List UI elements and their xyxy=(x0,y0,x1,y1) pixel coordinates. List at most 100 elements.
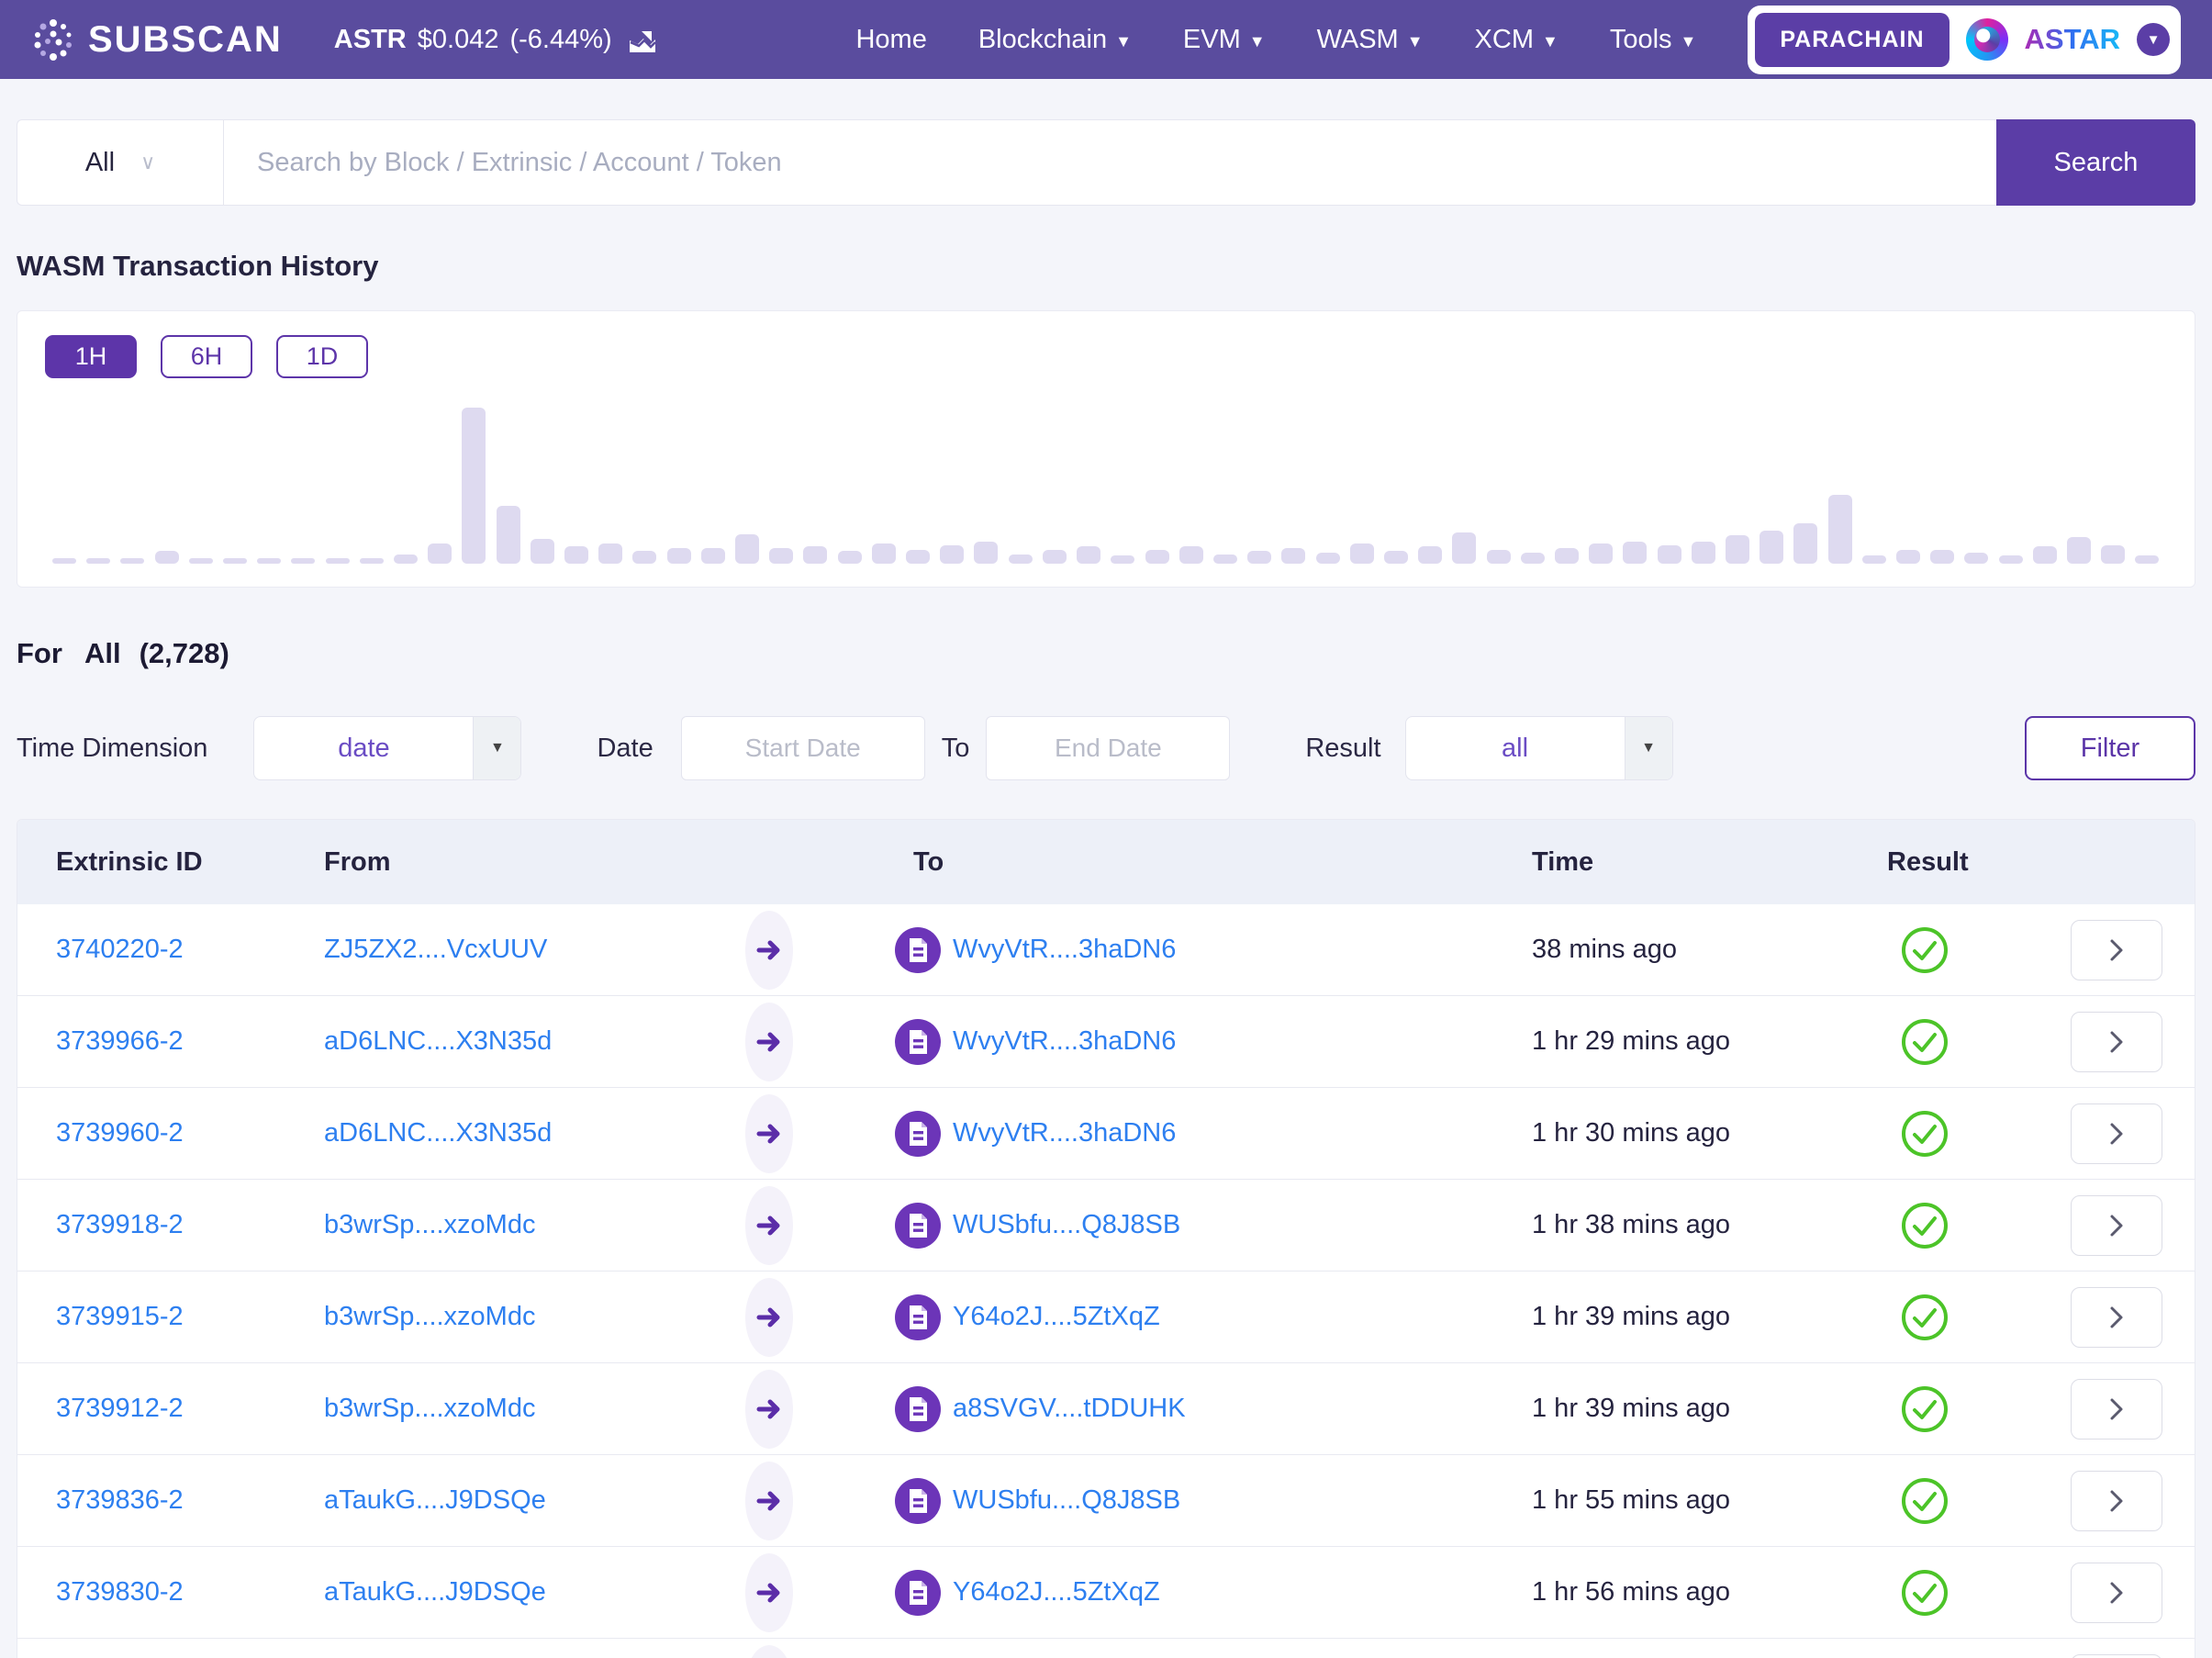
chart-bar xyxy=(1350,543,1374,564)
from-address-link[interactable]: b3wrSp....xzoMdc xyxy=(324,1394,664,1424)
success-check-icon xyxy=(1900,1384,1949,1434)
to-address-link[interactable]: WUSbfu....Q8J8SB xyxy=(953,1210,1180,1240)
chart-bar xyxy=(974,542,998,564)
chart-bar xyxy=(1043,550,1067,564)
from-address-link[interactable]: aD6LNC....X3N35d xyxy=(324,1026,664,1057)
chart-range-group: 1H 6H 1D xyxy=(45,335,2167,378)
row-detail-button[interactable] xyxy=(2071,1379,2162,1440)
search-button[interactable]: Search xyxy=(1996,119,2195,206)
token-change: (-6.44%) xyxy=(509,25,611,55)
nav-item-tools[interactable]: Tools▼ xyxy=(1610,25,1697,55)
chart-bar xyxy=(1623,542,1647,564)
contract-icon xyxy=(895,1111,941,1157)
time-cell: 1 hr 39 mins ago xyxy=(1517,1302,1887,1332)
row-detail-button[interactable] xyxy=(2071,1103,2162,1164)
from-address-link[interactable]: aTaukG....J9DSQe xyxy=(324,1577,664,1608)
col-time: Time xyxy=(1517,847,1887,878)
chart-up-icon[interactable] xyxy=(627,24,658,55)
from-address-link[interactable]: b3wrSp....xzoMdc xyxy=(324,1210,664,1240)
search-box: All ∨ xyxy=(17,119,1996,206)
chart-bar xyxy=(1896,550,1920,564)
from-address-link[interactable]: ZJ5ZX2....VcxUUV xyxy=(324,935,664,965)
success-check-icon xyxy=(1900,1476,1949,1526)
range-button-6h[interactable]: 6H xyxy=(161,335,252,378)
chart-bar xyxy=(940,545,964,564)
top-navbar: SUBSCAN ASTR $0.042 (-6.44%) Home Blockch… xyxy=(0,0,2212,79)
for-value: All xyxy=(84,637,121,670)
bar-chart xyxy=(45,391,2167,564)
row-detail-button[interactable] xyxy=(2071,1195,2162,1256)
brand-name: SUBSCAN xyxy=(88,19,283,61)
chevron-right-icon xyxy=(2108,1122,2125,1146)
nav-menu: Home Blockchain▼ EVM▼ WASM▼ XCM▼ Tools▼ xyxy=(855,25,1696,55)
to-address-link[interactable]: Y64o2J....5ZtXqZ xyxy=(953,1302,1160,1332)
nav-item-wasm[interactable]: WASM▼ xyxy=(1317,25,1424,55)
filter-bar: Time Dimension date ▼ Date To Result all… xyxy=(17,716,2195,780)
row-detail-button[interactable] xyxy=(2071,1287,2162,1348)
extrinsic-id-link[interactable]: 3739915-2 xyxy=(56,1302,324,1332)
result-label: Result xyxy=(1305,734,1380,764)
time-dimension-select[interactable]: date ▼ xyxy=(253,716,521,780)
arrow-right-icon xyxy=(745,1186,793,1265)
extrinsic-id-link[interactable]: 3739960-2 xyxy=(56,1118,324,1148)
token-symbol: ASTR xyxy=(334,25,407,55)
arrow-right-icon xyxy=(745,1645,793,1658)
token-price: $0.042 xyxy=(418,25,499,55)
chart-bar xyxy=(86,558,110,564)
to-address-link[interactable]: WvyVtR....3haDN6 xyxy=(953,935,1176,965)
extrinsic-id-link[interactable]: 3739836-2 xyxy=(56,1485,324,1516)
table-row: 3739912-2 b3wrSp....xzoMdc a8SVGV....tDD… xyxy=(17,1363,2195,1455)
brand[interactable]: SUBSCAN xyxy=(31,17,283,62)
extrinsic-id-link[interactable]: 3739912-2 xyxy=(56,1394,324,1424)
row-detail-button[interactable] xyxy=(2071,1012,2162,1072)
result-summary: For All (2,728) xyxy=(17,637,2195,670)
row-detail-button[interactable] xyxy=(2071,1471,2162,1531)
search-category-select[interactable]: All ∨ xyxy=(17,120,223,205)
row-detail-button[interactable] xyxy=(2071,920,2162,980)
chart-bar xyxy=(2135,555,2159,564)
nav-item-blockchain[interactable]: Blockchain▼ xyxy=(978,25,1132,55)
from-address-link[interactable]: aTaukG....J9DSQe xyxy=(324,1485,664,1516)
nav-item-home[interactable]: Home xyxy=(855,25,926,55)
contract-icon xyxy=(895,1019,941,1065)
row-detail-button[interactable] xyxy=(2071,1654,2162,1658)
nav-item-evm[interactable]: EVM▼ xyxy=(1183,25,1266,55)
start-date-input[interactable] xyxy=(681,716,925,780)
extrinsic-id-link[interactable]: 3739830-2 xyxy=(56,1577,324,1608)
from-address-link[interactable]: b3wrSp....xzoMdc xyxy=(324,1302,664,1332)
to-address-link[interactable]: WUSbfu....Q8J8SB xyxy=(953,1485,1180,1516)
search-bar: All ∨ Search xyxy=(17,119,2195,206)
arrow-right-icon xyxy=(745,911,793,990)
from-address-link[interactable]: aD6LNC....X3N35d xyxy=(324,1118,664,1148)
time-cell: 1 hr 29 mins ago xyxy=(1517,1026,1887,1057)
chart-bar xyxy=(1316,553,1340,564)
range-button-1h[interactable]: 1H xyxy=(45,335,137,378)
row-detail-button[interactable] xyxy=(2071,1563,2162,1623)
extrinsic-id-link[interactable]: 3739918-2 xyxy=(56,1210,324,1240)
chart-bar xyxy=(598,543,622,564)
nav-item-xcm[interactable]: XCM▼ xyxy=(1475,25,1558,55)
token-price-block: ASTR $0.042 (-6.44%) xyxy=(334,24,658,55)
arrow-right-icon xyxy=(745,1003,793,1081)
arrow-right-icon xyxy=(745,1094,793,1173)
extrinsic-id-link[interactable]: 3740220-2 xyxy=(56,935,324,965)
filter-button[interactable]: Filter xyxy=(2025,716,2195,780)
result-select[interactable]: all ▼ xyxy=(1405,716,1673,780)
range-button-1d[interactable]: 1D xyxy=(276,335,368,378)
network-chevron-down-icon[interactable]: ▼ xyxy=(2137,23,2170,56)
chart-bar xyxy=(1487,550,1511,564)
parachain-button[interactable]: PARACHAIN xyxy=(1755,13,1949,67)
chart-bar xyxy=(1452,532,1476,564)
chart-bar xyxy=(1213,555,1237,564)
chart-bar xyxy=(531,539,554,564)
end-date-input[interactable] xyxy=(986,716,1230,780)
to-address-link[interactable]: WvyVtR....3haDN6 xyxy=(953,1118,1176,1148)
extrinsic-id-link[interactable]: 3739966-2 xyxy=(56,1026,324,1057)
to-address-link[interactable]: Y64o2J....5ZtXqZ xyxy=(953,1577,1160,1608)
search-input[interactable] xyxy=(224,120,1996,205)
table-body: 3740220-2 ZJ5ZX2....VcxUUV WvyVtR....3ha… xyxy=(17,904,2195,1658)
to-address-link[interactable]: WvyVtR....3haDN6 xyxy=(953,1026,1176,1057)
success-check-icon xyxy=(1900,1017,1949,1067)
to-address-link[interactable]: a8SVGV....tDDUHK xyxy=(953,1394,1186,1424)
chart-bar xyxy=(632,551,656,564)
